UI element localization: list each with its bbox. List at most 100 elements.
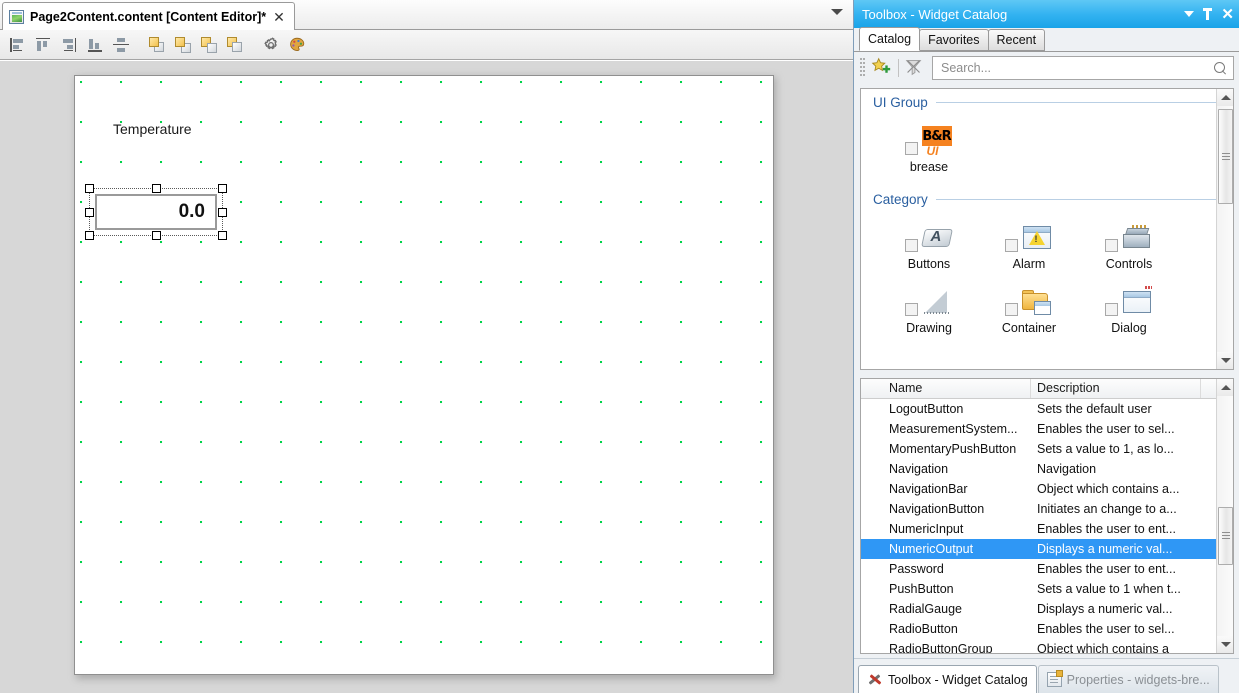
table-row[interactable]: NavigationBar Object which contains a...	[861, 479, 1233, 499]
resize-handle-s[interactable]	[151, 231, 161, 240]
catalog-item-drawing[interactable]: Drawing	[879, 279, 979, 335]
catalog-item-controls[interactable]: Controls	[1079, 215, 1179, 271]
table-row[interactable]: LogoutButton Sets the default user	[861, 399, 1233, 419]
table-row[interactable]: MeasurementSystem... Enables the user to …	[861, 419, 1233, 439]
cell-description: Initiates an change to a...	[1037, 502, 1177, 516]
resize-handle-w[interactable]	[85, 207, 94, 217]
resize-handle-nw[interactable]	[85, 184, 94, 193]
catalog-item-brease[interactable]: B&R UI brease	[879, 118, 979, 174]
filter-clear-icon[interactable]	[902, 56, 928, 80]
resize-handle-n[interactable]	[151, 184, 161, 193]
editor-tab-page2content[interactable]: Page2Content.content [Content Editor]* ✕	[2, 2, 295, 30]
pin-icon[interactable]	[1203, 8, 1213, 20]
content-editor-pane: Page2Content.content [Content Editor]* ✕	[0, 0, 853, 693]
catalog-item-container[interactable]: Container	[979, 279, 1079, 335]
dock-tab-toolbox[interactable]: Toolbox - Widget Catalog	[858, 665, 1037, 693]
table-row[interactable]: Password Enables the user to ent...	[861, 559, 1233, 579]
tab-favorites[interactable]: Favorites	[919, 29, 989, 51]
table-row[interactable]: RadioButton Enables the user to sel...	[861, 619, 1233, 639]
widget-list[interactable]: Name Description LogoutButton Sets the de…	[860, 378, 1234, 654]
section-header-ui-group: UI Group	[861, 89, 1233, 112]
editor-toolbar	[0, 30, 853, 60]
table-row-selected[interactable]: NumericOutput Displays a numeric val...	[861, 539, 1233, 559]
panel-menu-chevron-down-icon[interactable]	[1184, 11, 1195, 17]
selection-frame	[85, 184, 227, 240]
search-input-wrapper[interactable]	[932, 56, 1234, 80]
widget-list-body: LogoutButton Sets the default user Measur…	[861, 399, 1233, 654]
table-row[interactable]: RadioButtonGroup Object which contains a	[861, 639, 1233, 654]
toolbox-panel: Toolbox - Widget Catalog ✕ Catalog Favor…	[853, 0, 1239, 693]
dock-tab-label: Properties - widgets-bre...	[1066, 672, 1210, 687]
catalog-item-label: Controls	[1105, 257, 1153, 271]
cell-name: RadialGauge	[889, 602, 962, 616]
properties-page-icon	[1046, 670, 1063, 687]
design-canvas[interactable]: Temperature 0.0	[74, 75, 774, 675]
align-left-icon[interactable]	[6, 34, 28, 56]
cell-name: Password	[889, 562, 944, 576]
catalog-vertical-scrollbar[interactable]	[1216, 89, 1233, 369]
checkbox-alarm[interactable]	[1004, 239, 1018, 252]
canvas-text-label[interactable]: Temperature	[113, 121, 192, 137]
checkbox-controls[interactable]	[1104, 239, 1118, 252]
align-right-icon[interactable]	[58, 34, 80, 56]
table-row[interactable]: NumericInput Enables the user to ent...	[861, 519, 1233, 539]
align-top-icon[interactable]	[32, 34, 54, 56]
cell-name: NavigationButton	[889, 502, 985, 516]
send-to-back-icon[interactable]	[224, 34, 246, 56]
scroll-up-arrow-icon[interactable]	[1217, 89, 1233, 106]
resize-handle-e[interactable]	[218, 207, 227, 217]
chevron-down-icon[interactable]	[831, 9, 843, 15]
tab-recent[interactable]: Recent	[987, 29, 1046, 51]
bring-to-front-icon[interactable]	[146, 34, 168, 56]
catalog-section-list[interactable]: UI Group B&R UI brease Category A Button…	[860, 88, 1234, 370]
align-bottom-icon[interactable]	[84, 34, 106, 56]
checkbox-dialog[interactable]	[1104, 303, 1118, 316]
docked-panel-tabs: Toolbox - Widget Catalog Properties - wi…	[854, 658, 1239, 693]
column-header-name[interactable]: Name	[861, 379, 1031, 398]
cell-description: Sets a value to 1 when t...	[1037, 582, 1181, 596]
widget-list-vertical-scrollbar[interactable]	[1216, 379, 1233, 653]
cell-description: Enables the user to ent...	[1037, 522, 1176, 536]
cell-name: MomentaryPushButton	[889, 442, 1017, 456]
tab-catalog[interactable]: Catalog	[859, 27, 921, 51]
catalog-item-alarm[interactable]: Alarm	[979, 215, 1079, 271]
table-row[interactable]: PushButton Sets a value to 1 when t...	[861, 579, 1233, 599]
checkbox-drawing[interactable]	[904, 303, 918, 316]
resize-handle-ne[interactable]	[218, 184, 227, 193]
catalog-item-buttons[interactable]: A Buttons	[879, 215, 979, 271]
send-backward-icon[interactable]	[198, 34, 220, 56]
toolbar-drag-grip[interactable]	[860, 58, 866, 78]
table-row[interactable]: RadialGauge Displays a numeric val...	[861, 599, 1233, 619]
catalog-scroll-thumb[interactable]	[1218, 109, 1233, 204]
checkbox-brease[interactable]	[904, 142, 918, 155]
settings-gear-icon[interactable]	[260, 34, 282, 56]
scroll-up-arrow-icon[interactable]	[1217, 379, 1233, 396]
table-row[interactable]: NavigationButton Initiates an change to a…	[861, 499, 1233, 519]
category-items: A Buttons Alarm	[861, 209, 1233, 347]
close-icon[interactable]: ✕	[1221, 7, 1234, 22]
resize-handle-se[interactable]	[218, 231, 227, 240]
table-row[interactable]: Navigation Navigation	[861, 459, 1233, 479]
dock-tab-properties[interactable]: Properties - widgets-bre...	[1037, 665, 1219, 693]
container-category-icon	[1020, 285, 1054, 319]
cell-name: Navigation	[889, 462, 949, 476]
resize-handle-sw[interactable]	[85, 231, 94, 240]
cell-name: PushButton	[889, 582, 954, 596]
close-icon[interactable]: ✕	[272, 10, 286, 24]
table-row[interactable]: MomentaryPushButton Sets a value to 1, as…	[861, 439, 1233, 459]
search-input[interactable]	[939, 60, 1214, 76]
distribute-vertical-icon[interactable]	[110, 34, 132, 56]
catalog-item-dialog[interactable]: Dialog	[1079, 279, 1179, 335]
scroll-down-arrow-icon[interactable]	[1217, 636, 1233, 653]
star-add-icon[interactable]	[869, 56, 895, 80]
bring-forward-icon[interactable]	[172, 34, 194, 56]
palette-icon[interactable]	[286, 34, 308, 56]
checkbox-container[interactable]	[1004, 303, 1018, 316]
checkbox-buttons[interactable]	[904, 239, 918, 252]
scroll-down-arrow-icon[interactable]	[1217, 352, 1233, 369]
column-header-description[interactable]: Description	[1031, 379, 1201, 398]
widget-list-header: Name Description	[861, 379, 1233, 399]
widget-list-scroll-thumb[interactable]	[1218, 507, 1233, 565]
cell-description: Object which contains a	[1037, 642, 1170, 654]
section-title-category: Category	[873, 192, 928, 207]
